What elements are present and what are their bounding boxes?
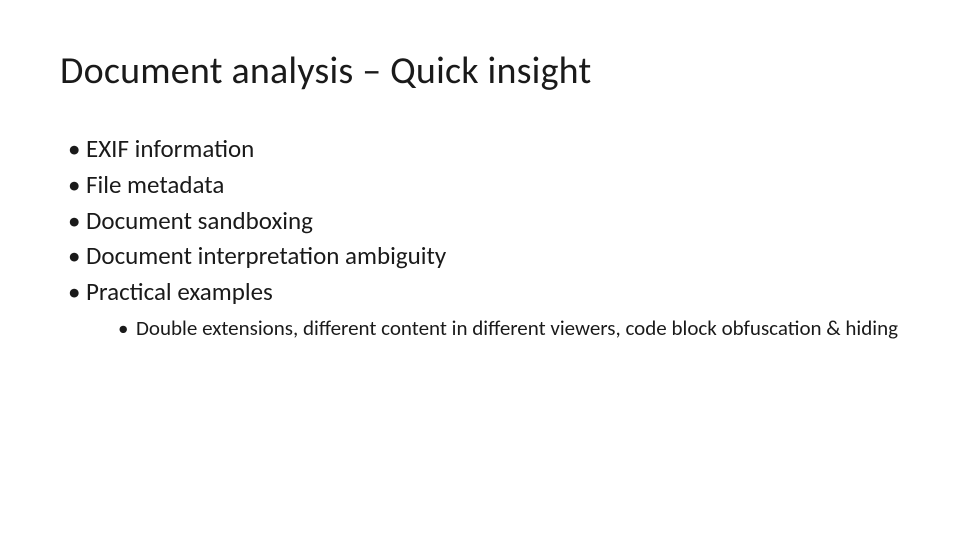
slide-title: Document analysis – Quick insight (60, 48, 900, 94)
sub-bullet-list: Double extensions, different content in … (86, 315, 900, 342)
bullet-item: Document sandboxing (68, 204, 900, 238)
bullet-item: Document interpretation ambiguity (68, 239, 900, 273)
bullet-item: Practical examples Double extensions, di… (68, 275, 900, 342)
slide-container: Document analysis – Quick insight EXIF i… (0, 0, 960, 540)
bullet-item-label: Practical examples (86, 276, 273, 307)
bullet-list: EXIF information File metadata Document … (60, 132, 900, 342)
bullet-item: EXIF information (68, 132, 900, 166)
bullet-item: File metadata (68, 168, 900, 202)
sub-bullet-item: Double extensions, different content in … (118, 315, 898, 342)
